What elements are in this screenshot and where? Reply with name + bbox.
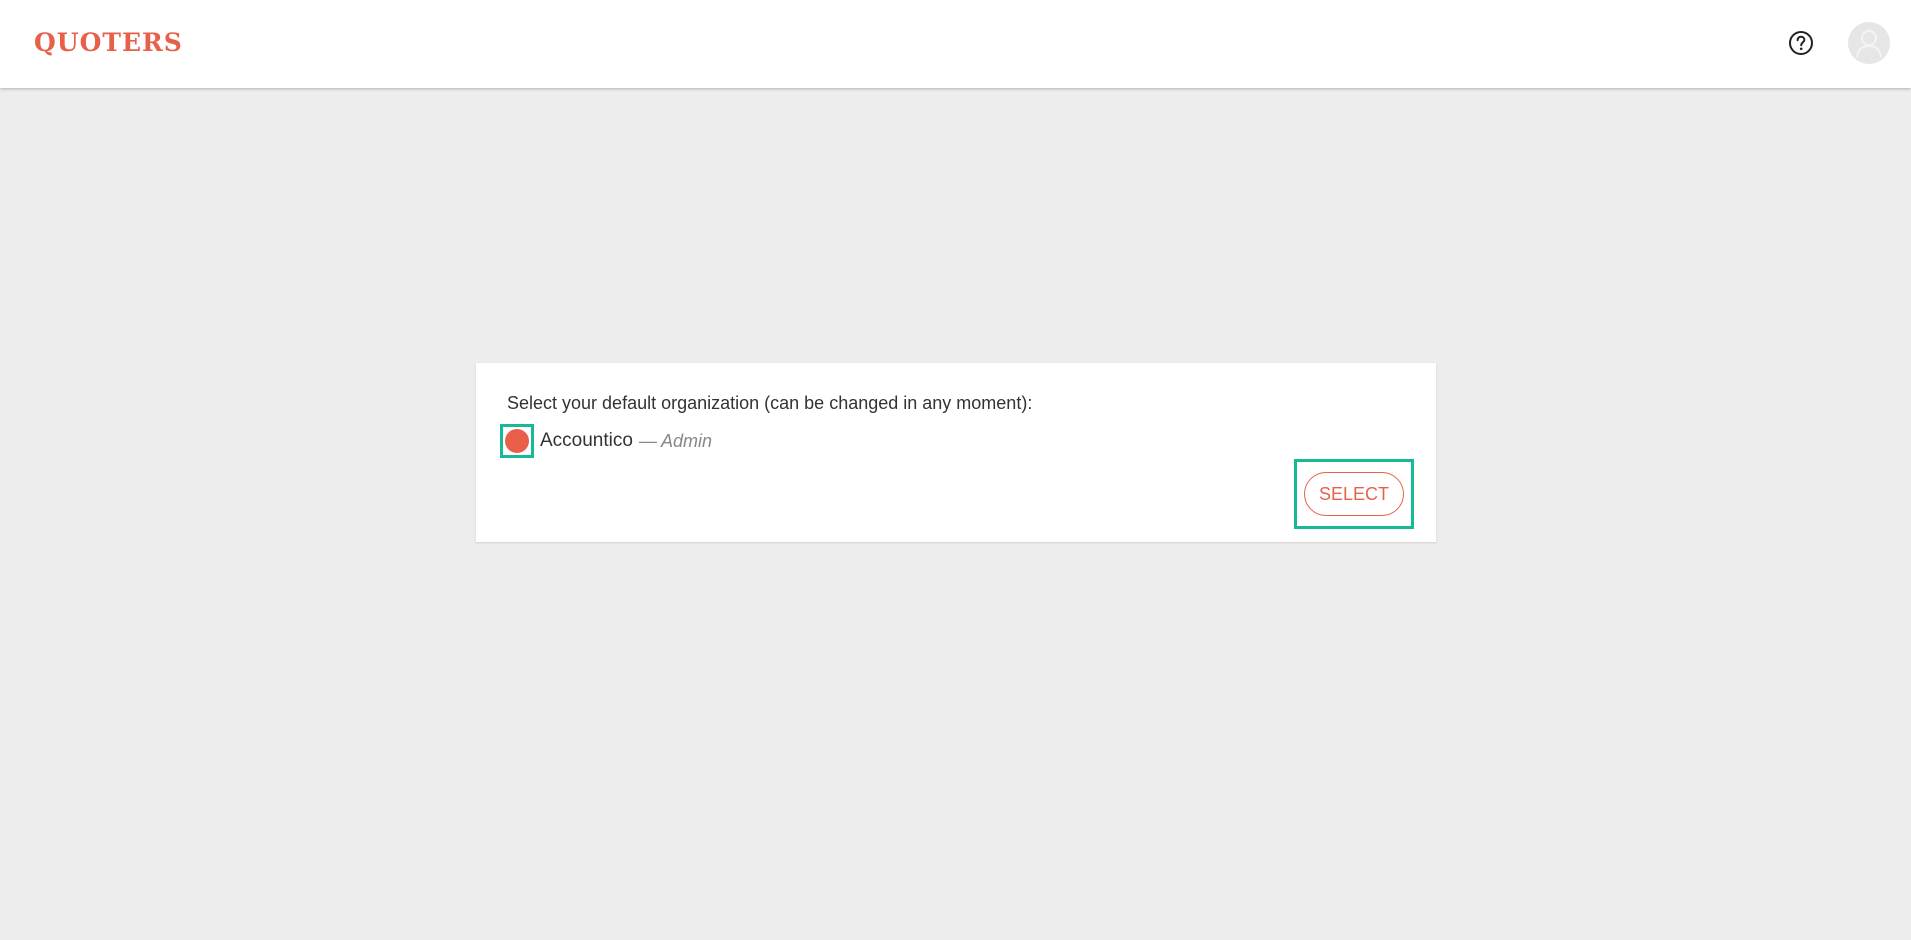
select-button-highlight: SELECT [1294, 459, 1414, 529]
app-logo[interactable]: QUOTERS [34, 28, 183, 57]
radio-selected-icon [505, 429, 529, 453]
org-select-prompt: Select your default organization (can be… [507, 393, 1033, 413]
help-circle-icon [1789, 31, 1813, 55]
org-role: Admin [660, 430, 712, 451]
org-separator: — [638, 430, 657, 451]
org-option-accountico[interactable]: Accountico — Admin [500, 421, 712, 461]
user-avatar[interactable] [1848, 22, 1890, 64]
org-name: Accountico [540, 430, 633, 451]
org-radio[interactable] [500, 424, 534, 458]
select-button[interactable]: SELECT [1304, 472, 1404, 516]
help-button[interactable] [1788, 30, 1814, 56]
org-select-card: Select your default organization (can be… [476, 363, 1436, 542]
top-bar: QUOTERS [0, 0, 1911, 88]
user-avatar-icon [1848, 22, 1890, 64]
